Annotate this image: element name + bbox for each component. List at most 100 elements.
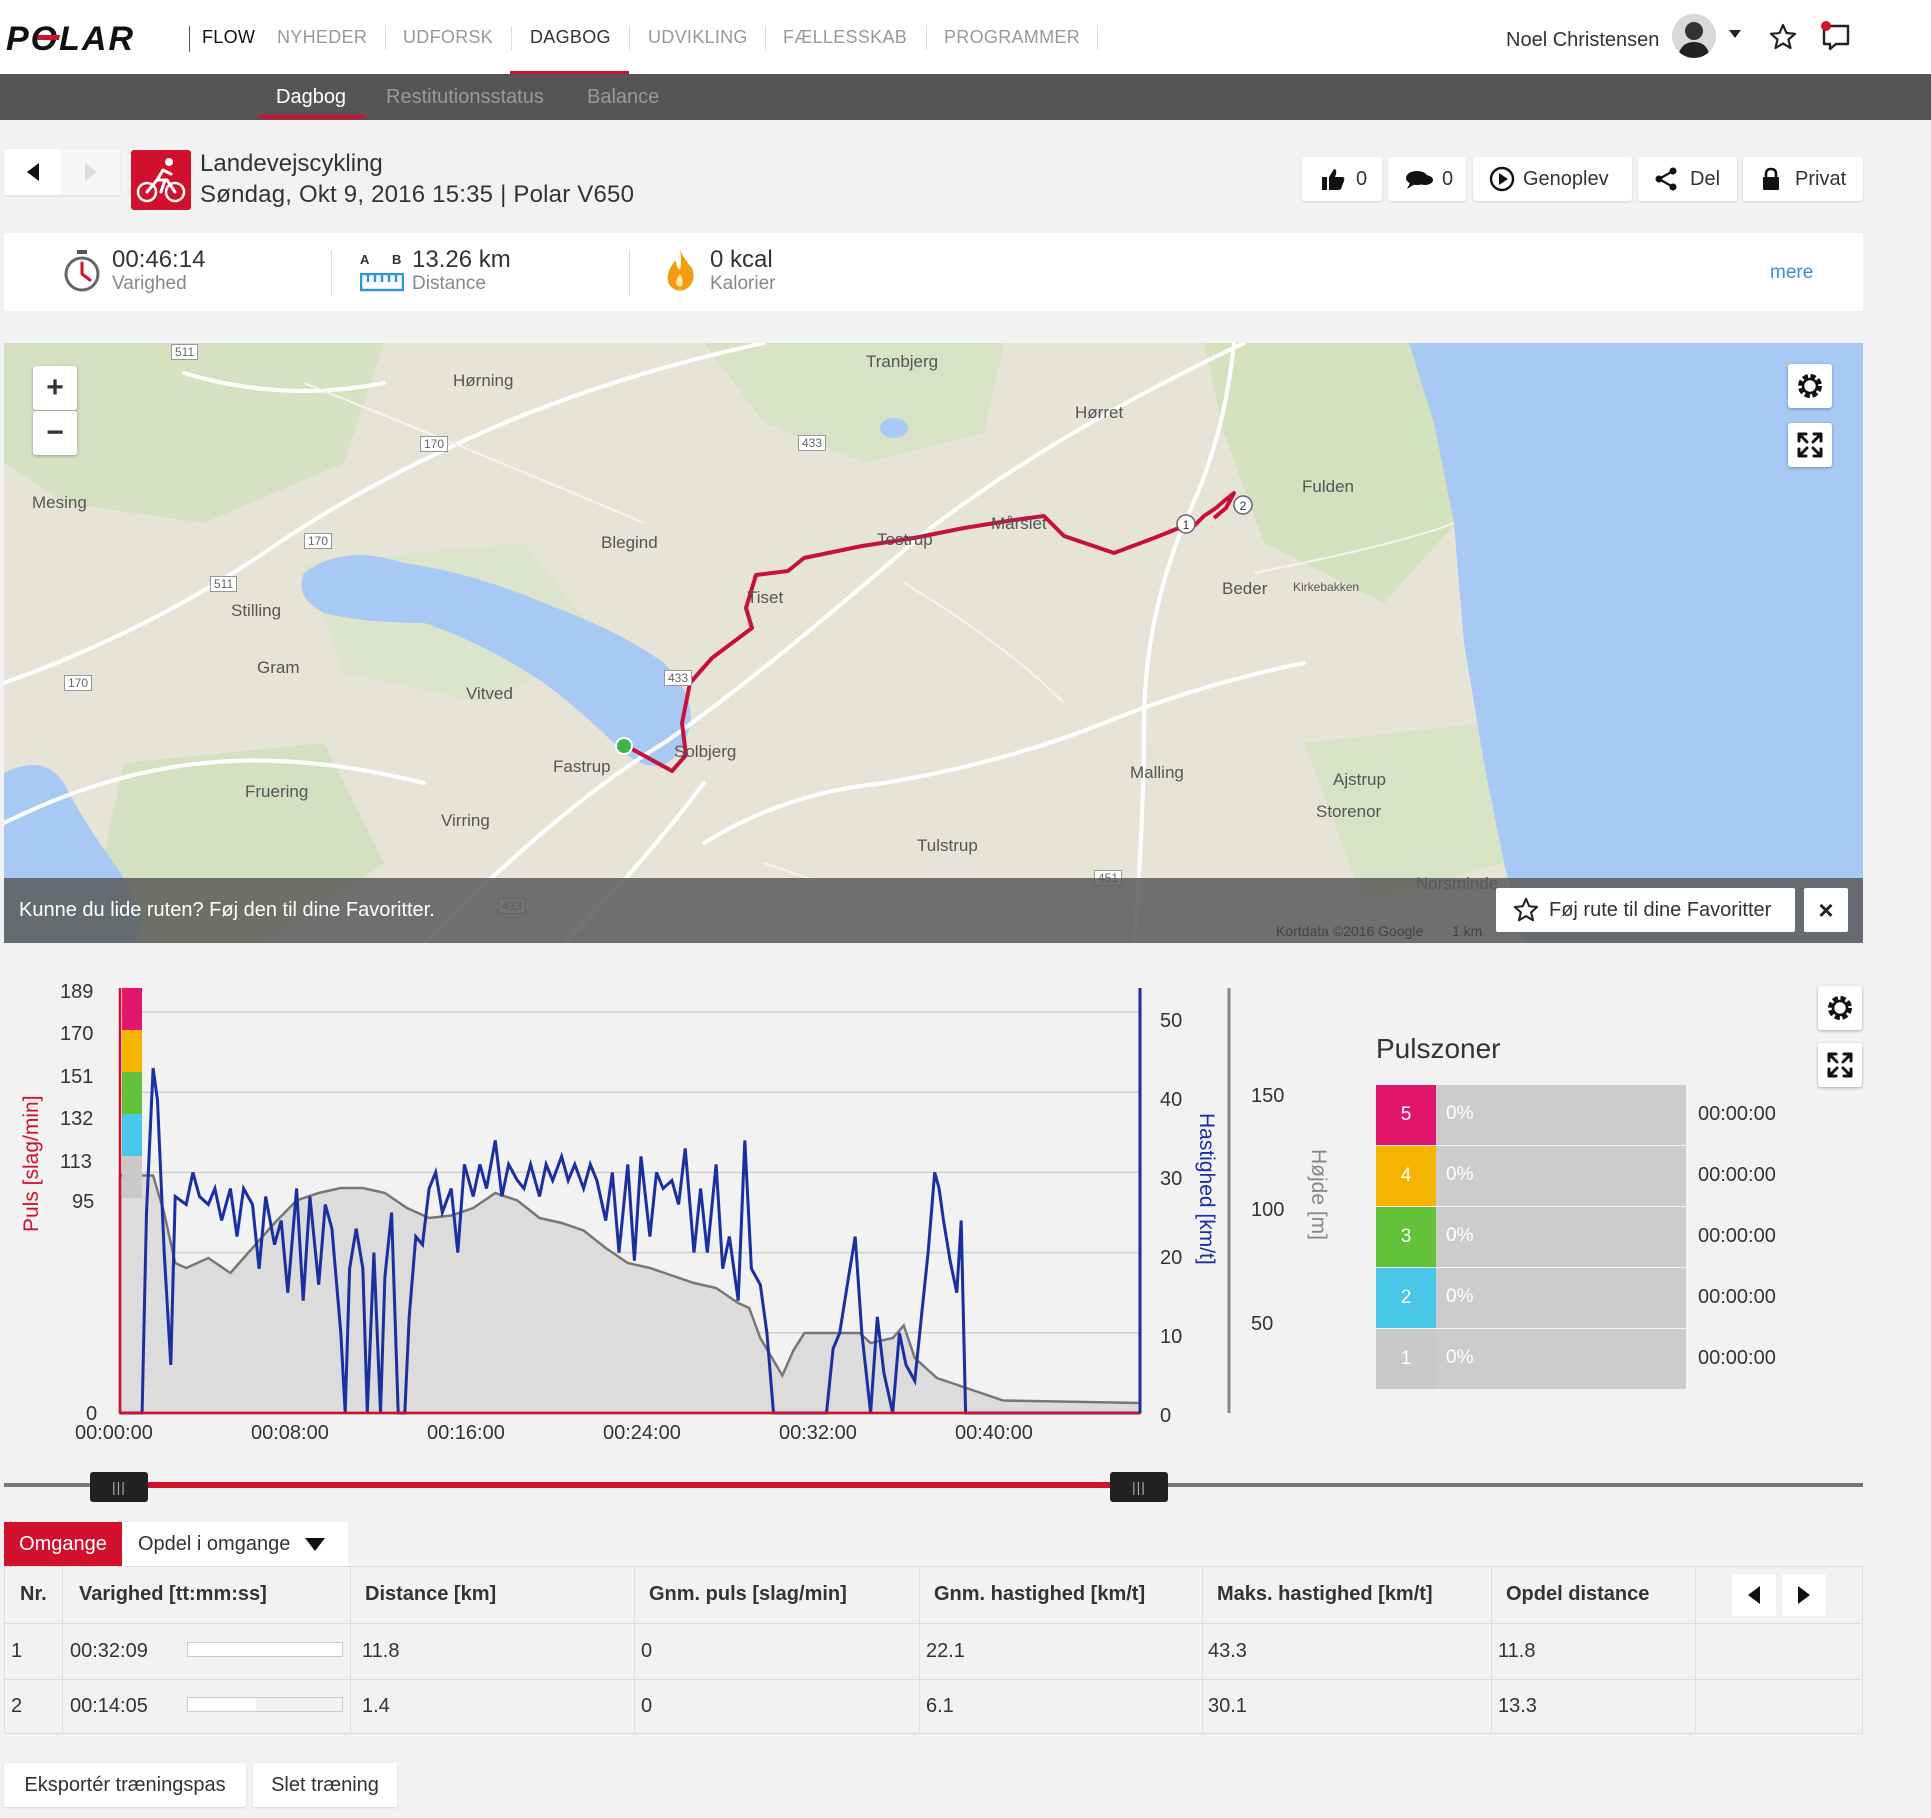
split-into-laps-dropdown[interactable]: Opdel i omgange [122, 1522, 348, 1566]
next-session-button[interactable] [62, 149, 120, 195]
nav-item-udforsk[interactable]: UDFORSK [403, 27, 493, 48]
chart-canvas [4, 968, 1344, 1448]
map-place-label: Mesing [32, 493, 87, 512]
delete-session-button[interactable]: Slet træning [253, 1763, 397, 1807]
nav-divider [385, 26, 386, 50]
subnav-item-dagbog[interactable]: Dagbog [276, 86, 346, 109]
like-button[interactable]: 0 [1302, 157, 1382, 201]
thumbs-up-icon [1322, 169, 1345, 190]
hr-zone-row: 1 0% [1376, 1329, 1686, 1389]
range-end-handle[interactable]: ||| [1110, 1472, 1168, 1502]
col-header-distance[interactable]: Distance [km] [365, 1583, 496, 1606]
subnav-item-restitutionsstatus[interactable]: Restitutionsstatus [386, 86, 544, 109]
lap-max-speed: 30.1 [1208, 1695, 1247, 1717]
hr-zone-percent: 0% [1446, 1164, 1474, 1185]
share-button[interactable]: Del [1638, 157, 1737, 201]
speed-axis-title: Hastighed [km/t] [1195, 1113, 1218, 1265]
polar-logo[interactable]: POLAR [6, 21, 176, 55]
tab-laps[interactable]: Omgange [4, 1522, 122, 1566]
zoom-out-button[interactable]: − [33, 411, 77, 455]
gear-icon [1798, 374, 1822, 398]
zoom-in-button[interactable]: + [33, 366, 77, 410]
nav-divider [1097, 26, 1098, 50]
nav-item-faellesskab[interactable]: FÆLLESSKAB [783, 27, 907, 48]
add-route-to-favorites-button[interactable]: Føj rute til dine Favoritter [1496, 888, 1795, 932]
map-place-label: Testrup [877, 530, 933, 549]
previous-session-button[interactable] [4, 149, 62, 195]
range-start-handle[interactable]: ||| [90, 1472, 148, 1502]
nav-item-flow[interactable]: FLOW [202, 27, 255, 48]
map-place-label: Mårslet [991, 514, 1047, 533]
hr-zone-number: 4 [1376, 1146, 1436, 1206]
chart-settings-button[interactable] [1818, 986, 1862, 1030]
chevron-down-icon [305, 1538, 326, 1551]
fullscreen-expand-icon [1797, 432, 1823, 458]
col-header-max-speed[interactable]: Maks. hastighed [km/t] [1217, 1583, 1433, 1606]
distance-value: 13.26 km [412, 246, 511, 273]
relive-button[interactable]: Genoplev [1473, 157, 1632, 201]
export-session-button[interactable]: Eksportér træningspas [4, 1763, 246, 1807]
hr-zone-percent: 0% [1446, 1286, 1474, 1307]
map-settings-button[interactable] [1788, 364, 1832, 408]
comment-button[interactable]: 0 [1388, 157, 1466, 201]
favorites-star-icon[interactable] [1768, 22, 1798, 52]
time-tick: 00:32:00 [779, 1422, 857, 1444]
time-range-selection [120, 1482, 1110, 1488]
hr-tick: 113 [60, 1151, 92, 1173]
sport-title: Landevejscykling [200, 150, 383, 177]
hr-zone-row: 2 0% [1376, 1268, 1686, 1328]
lap-duration-bar-fill [188, 1698, 256, 1711]
subnav-active-indicator [259, 115, 365, 119]
nav-item-programmer[interactable]: PROGRAMMER [944, 27, 1080, 48]
lap-split-distance: 13.3 [1498, 1695, 1537, 1717]
table-scroll-left-button[interactable] [1732, 1574, 1776, 1616]
height-tick: 50 [1251, 1313, 1274, 1335]
more-details-link[interactable]: mere [1770, 262, 1813, 284]
nav-item-nyheder[interactable]: NYHEDER [277, 27, 367, 48]
map-fullscreen-button[interactable] [1788, 423, 1832, 467]
logo-divider [189, 26, 190, 52]
hr-zone-bar [1436, 1146, 1686, 1206]
col-header-nr[interactable]: Nr. [20, 1583, 47, 1606]
chart-fullscreen-button[interactable] [1818, 1043, 1862, 1087]
time-tick: 00:16:00 [427, 1422, 505, 1444]
hr-zone-row: 4 0% [1376, 1146, 1686, 1206]
session-chart[interactable] [4, 968, 1344, 1448]
nav-divider [629, 26, 630, 50]
lap-marker-2-badge: 2 [1233, 495, 1253, 515]
hr-zone-time: 00:00:00 [1698, 1164, 1776, 1186]
map-place-label: Virring [441, 811, 490, 830]
user-name[interactable]: Noel Christensen [1506, 29, 1659, 52]
split-dropdown-label: Opdel i omgange [138, 1532, 291, 1555]
road-cycling-sport-icon [131, 150, 191, 210]
lap-split-distance: 11.8 [1498, 1640, 1536, 1662]
table-scroll-right-button[interactable] [1782, 1574, 1826, 1616]
nav-item-dagbog[interactable]: DAGBOG [530, 27, 611, 48]
col-header-duration[interactable]: Varighed [tt:mm:ss] [79, 1583, 267, 1606]
hr-tick: 151 [60, 1066, 94, 1088]
map-place-label: Tranbjerg [866, 352, 939, 371]
play-circle-icon [1489, 166, 1515, 192]
time-tick: 00:40:00 [955, 1422, 1033, 1444]
hr-zone-row: 5 0% [1376, 1085, 1686, 1145]
user-menu-caret-icon[interactable] [1728, 28, 1742, 40]
subnav-item-balance[interactable]: Balance [587, 86, 659, 109]
lap-duration-bar-fill [188, 1643, 342, 1656]
nav-item-udvikling[interactable]: UDVIKLING [648, 27, 748, 48]
col-header-avg-speed[interactable]: Gnm. hastighed [km/t] [934, 1583, 1145, 1606]
privacy-button[interactable]: Privat [1743, 157, 1863, 201]
col-header-avg-hr[interactable]: Gnm. puls [slag/min] [649, 1583, 847, 1606]
close-banner-button[interactable]: × [1804, 888, 1848, 932]
notifications-icon[interactable] [1820, 20, 1852, 52]
hr-zones-title: Pulszoner [1376, 1033, 1501, 1064]
lap-marker-2: 2 [1240, 499, 1247, 513]
avatar[interactable] [1672, 14, 1716, 58]
lap-avg-hr: 0 [641, 1695, 653, 1717]
col-header-split-distance[interactable]: Opdel distance [1506, 1583, 1649, 1606]
lap-distance: 1.4 [362, 1695, 390, 1717]
speed-tick: 30 [1160, 1168, 1183, 1190]
share-icon [1655, 167, 1677, 191]
add-route-label: Føj rute til dine Favoritter [1549, 898, 1772, 921]
map-place-label: Ajstrup [1333, 770, 1386, 789]
hr-zone-number: 1 [1376, 1329, 1436, 1389]
